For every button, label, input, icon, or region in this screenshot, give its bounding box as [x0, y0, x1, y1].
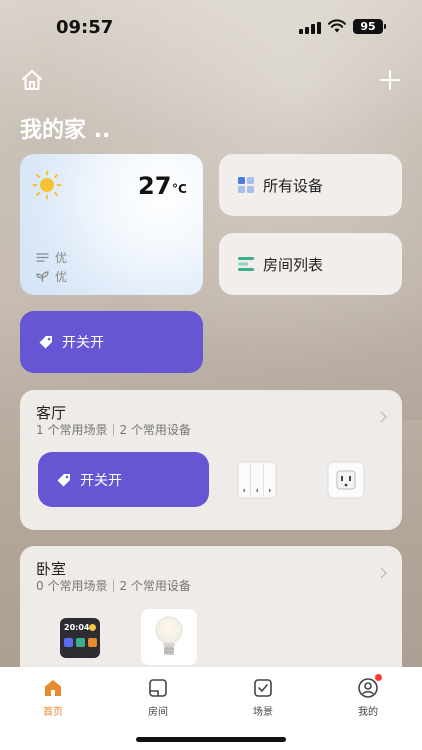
tab-scenes-label: 场景: [253, 707, 273, 718]
checkbox-tab-icon: [254, 679, 272, 697]
home-icon[interactable]: [20, 68, 44, 92]
chevron-right-icon[interactable]: [378, 566, 388, 580]
room-scene-button[interactable]: 开关开: [38, 452, 209, 507]
scene-button[interactable]: 开关开: [20, 311, 203, 373]
tab-mine-label: 我的: [358, 707, 378, 718]
panel-time: 20:04: [64, 623, 90, 632]
tab-rooms[interactable]: 房间: [128, 677, 188, 718]
tab-home[interactable]: 首页: [23, 677, 83, 718]
weather-card[interactable]: 27 °C 优 优: [20, 154, 203, 295]
air-quality-icon: [36, 253, 49, 262]
room-scene-label: 开关开: [80, 472, 122, 489]
room-subtitle: 0 个常用场景｜2 个常用设备: [36, 579, 191, 593]
sun-icon: [32, 170, 62, 200]
signal-icon: [299, 22, 321, 34]
home-indicator: [136, 737, 286, 742]
add-icon[interactable]: [378, 68, 402, 92]
wifi-icon: [328, 19, 346, 33]
home-tab-icon: [45, 680, 61, 696]
plant-quality-value: 优: [55, 270, 68, 284]
status-bar: 09:57 95: [0, 0, 422, 50]
all-devices-tile[interactable]: 所有设备: [219, 154, 402, 216]
smart-panel-icon[interactable]: 20:04: [60, 618, 100, 658]
tab-mine[interactable]: 我的: [338, 677, 398, 718]
notification-dot: [375, 674, 382, 681]
tab-home-label: 首页: [43, 707, 63, 718]
room-name: 卧室: [36, 560, 67, 578]
temperature-unit: °C: [172, 182, 187, 196]
light-bulb-icon: [155, 616, 183, 655]
tag-icon: [57, 473, 70, 486]
tab-rooms-label: 房间: [148, 707, 168, 718]
sprout-icon: [36, 271, 49, 282]
air-quality-row: 优: [36, 249, 67, 266]
all-devices-label: 所有设备: [263, 176, 324, 195]
tag-icon: [39, 336, 52, 349]
chevron-right-icon[interactable]: [378, 410, 388, 424]
battery-indicator: 95: [353, 19, 386, 34]
room-list-label: 房间列表: [263, 255, 324, 274]
grid-icon: [238, 177, 254, 193]
room-tab-icon: [149, 679, 167, 697]
temperature-value: 27: [138, 172, 172, 200]
home-title[interactable]: 我的家 ..: [20, 112, 110, 144]
triple-switch-icon[interactable]: [236, 460, 278, 500]
room-subtitle: 1 个常用场景｜2 个常用设备: [36, 423, 191, 437]
bulb-device[interactable]: [141, 609, 197, 665]
status-time: 09:57: [56, 17, 114, 38]
list-icon: [238, 257, 254, 271]
room-list-tile[interactable]: 房间列表: [219, 233, 402, 295]
scene-label: 开关开: [62, 335, 104, 351]
air-quality-value: 优: [55, 251, 68, 265]
room-name: 客厅: [36, 404, 67, 422]
room-card-living-room[interactable]: 客厅 1 个常用场景｜2 个常用设备 开关开: [20, 390, 402, 530]
plant-quality-row: 优: [36, 268, 67, 285]
tab-scenes[interactable]: 场景: [233, 677, 293, 718]
socket-icon[interactable]: [326, 460, 366, 500]
